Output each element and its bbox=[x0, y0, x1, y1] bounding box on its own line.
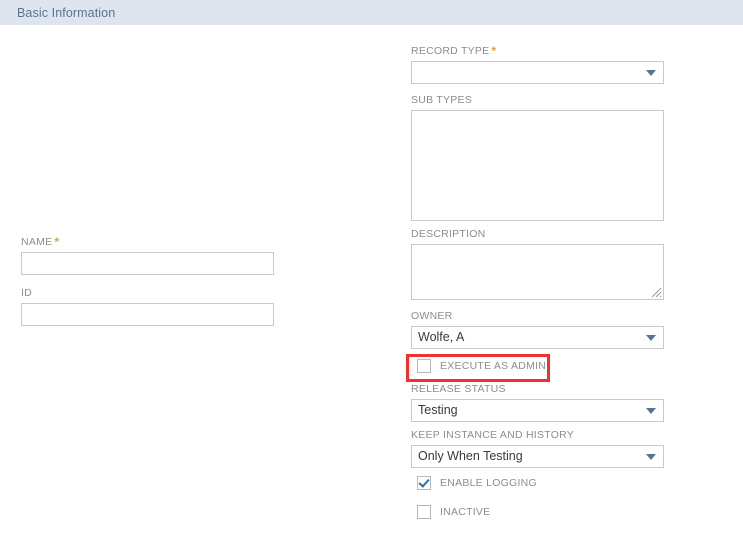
field-description: DESCRIPTION bbox=[411, 227, 664, 300]
chevron-down-icon bbox=[646, 70, 656, 76]
form-left-column: NAME * ID bbox=[21, 25, 274, 326]
release-status-label: RELEASE STATUS bbox=[411, 383, 506, 395]
inactive-label: INACTIVE bbox=[440, 506, 491, 518]
owner-select[interactable]: Wolfe, A bbox=[411, 326, 664, 349]
release-status-value: Testing bbox=[411, 399, 664, 422]
owner-label: OWNER bbox=[411, 310, 453, 322]
field-record-type: RECORD TYPE * bbox=[411, 44, 664, 84]
enable-logging-checkbox[interactable] bbox=[417, 476, 431, 490]
field-release-status: RELEASE STATUS Testing bbox=[411, 382, 664, 422]
sub-types-listbox[interactable] bbox=[411, 110, 664, 221]
required-asterisk-icon: * bbox=[491, 44, 497, 59]
chevron-down-icon bbox=[646, 335, 656, 341]
keep-instance-and-history-value: Only When Testing bbox=[411, 445, 664, 468]
name-label: NAME * bbox=[21, 235, 274, 250]
page-title: Basic Information bbox=[17, 5, 116, 20]
record-type-value bbox=[411, 61, 664, 84]
execute-as-admin-checkbox[interactable] bbox=[417, 359, 431, 373]
owner-value: Wolfe, A bbox=[411, 326, 664, 349]
id-label: ID bbox=[21, 287, 32, 299]
section-header: Basic Information bbox=[0, 0, 743, 25]
release-status-select[interactable]: Testing bbox=[411, 399, 664, 422]
form-right-column: RECORD TYPE * SUB TYPES DESCRIPTION OWNER… bbox=[411, 25, 664, 524]
required-asterisk-icon: * bbox=[54, 235, 60, 250]
inactive-checkbox[interactable] bbox=[417, 505, 431, 519]
id-input[interactable] bbox=[21, 303, 274, 326]
keep-instance-and-history-label: KEEP INSTANCE AND HISTORY bbox=[411, 429, 575, 441]
name-input[interactable] bbox=[21, 252, 274, 275]
description-label: DESCRIPTION bbox=[411, 228, 486, 240]
field-inactive[interactable]: INACTIVE bbox=[411, 500, 664, 524]
field-enable-logging[interactable]: ENABLE LOGGING bbox=[411, 471, 664, 495]
keep-instance-and-history-select[interactable]: Only When Testing bbox=[411, 445, 664, 468]
field-sub-types: SUB TYPES bbox=[411, 93, 664, 221]
execute-as-admin-label: EXECUTE AS ADMIN bbox=[440, 360, 547, 372]
field-name: NAME * bbox=[21, 235, 274, 275]
enable-logging-label: ENABLE LOGGING bbox=[440, 477, 537, 489]
chevron-down-icon bbox=[646, 454, 656, 460]
record-type-label-text: RECORD TYPE bbox=[411, 45, 490, 57]
field-id: ID bbox=[21, 286, 274, 326]
name-label-text: NAME bbox=[21, 236, 53, 248]
record-type-label: RECORD TYPE * bbox=[411, 44, 664, 59]
description-textarea[interactable] bbox=[411, 244, 664, 300]
description-wrapper bbox=[411, 244, 664, 300]
sub-types-label: SUB TYPES bbox=[411, 94, 472, 106]
field-keep-instance-and-history: KEEP INSTANCE AND HISTORY Only When Test… bbox=[411, 428, 664, 468]
field-owner: OWNER Wolfe, A bbox=[411, 309, 664, 349]
record-type-select[interactable] bbox=[411, 61, 664, 84]
chevron-down-icon bbox=[646, 408, 656, 414]
field-execute-as-admin[interactable]: EXECUTE AS ADMIN bbox=[411, 354, 664, 378]
